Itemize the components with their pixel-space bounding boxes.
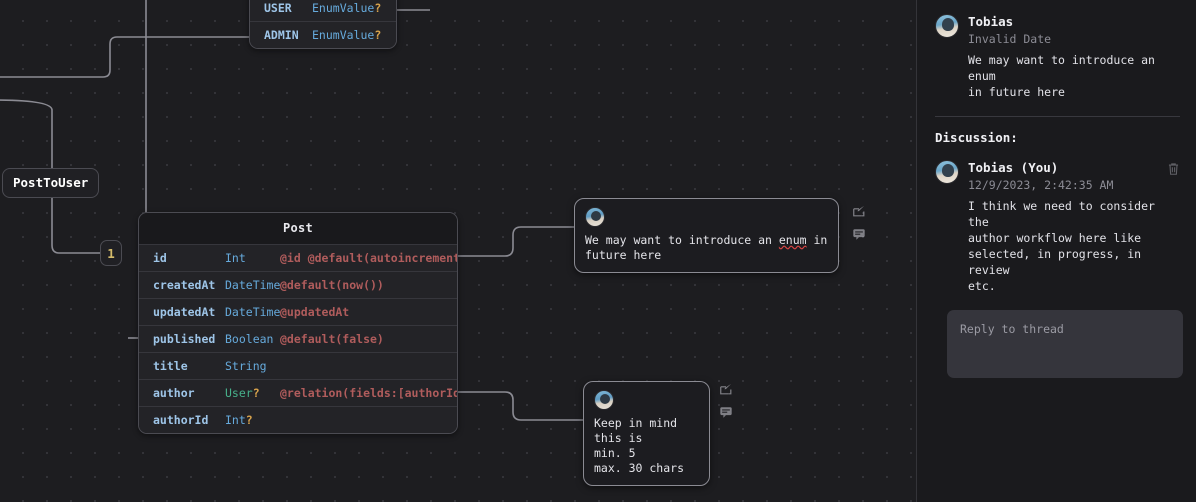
- table-row[interactable]: published Boolean @default(false): [139, 325, 457, 352]
- field-name: updatedAt: [153, 305, 216, 319]
- avatar: [585, 207, 605, 227]
- field-type: Boolean: [225, 332, 274, 346]
- table-node-role[interactable]: Role USER EnumValue? ADMIN EnumValue?: [249, 0, 397, 49]
- comment-meta: Tobias (You) 12/9/2023, 2:42:35 AM: [968, 160, 1113, 192]
- field-attributes: @relation(fields:[authorId]): [280, 386, 458, 400]
- table-row[interactable]: authorId Int?: [139, 406, 457, 433]
- comment-author: Tobias: [968, 14, 1014, 29]
- relation-label[interactable]: PostToUser: [2, 168, 100, 198]
- canvas-comment-bubble[interactable]: Keep in mind this is min. 5 max. 30 char…: [583, 381, 710, 486]
- optional-marker: ?: [374, 1, 382, 15]
- comment-icon[interactable]: [719, 405, 733, 419]
- field-name: title: [153, 359, 188, 373]
- field-type: EnumValue?: [312, 1, 382, 15]
- field-type: String: [225, 359, 267, 373]
- comment-text-before: We may want to introduce an: [585, 233, 779, 247]
- field-type: User?: [225, 386, 260, 400]
- comment-body: We may want to introduce an enum in futu…: [968, 53, 1155, 99]
- table-row[interactable]: author User? @relation(fields:[authorId]…: [139, 379, 457, 406]
- table-row[interactable]: id Int @id @default(autoincrement()): [139, 244, 457, 271]
- discussion-heading: Discussion:: [935, 130, 1018, 145]
- comment-text: We may want to introduce an enum in futu…: [585, 233, 828, 263]
- table-row[interactable]: updatedAt DateTime @updatedAt: [139, 298, 457, 325]
- edit-icon[interactable]: [719, 382, 733, 396]
- erd-editor-app: Role USER EnumValue? ADMIN EnumValue? Po…: [0, 0, 1196, 502]
- field-name: createdAt: [153, 278, 216, 292]
- section-divider: [935, 116, 1180, 117]
- field-name: author: [153, 386, 195, 400]
- field-name: USER: [264, 1, 292, 15]
- field-attributes: @default(now()): [280, 278, 384, 292]
- thread-comment-header: Tobias (You) 12/9/2023, 2:42:35 AM: [935, 160, 1180, 192]
- comment-text: Keep in mind this is min. 5 max. 30 char…: [594, 416, 685, 475]
- comment-meta: Tobias Invalid Date: [968, 14, 1051, 46]
- optional-marker: ?: [245, 413, 253, 427]
- field-type: Int: [225, 251, 246, 265]
- optional-marker: ?: [252, 386, 260, 400]
- field-attributes: @updatedAt: [280, 305, 350, 319]
- table-row[interactable]: createdAt DateTime @default(now()): [139, 271, 457, 298]
- comment-side-panel: Tobias Invalid Date We may want to intro…: [916, 0, 1196, 502]
- field-type: Int?: [225, 413, 253, 427]
- edit-icon[interactable]: [852, 204, 866, 218]
- avatar: [594, 390, 614, 410]
- cardinality-badge[interactable]: 1: [100, 240, 122, 266]
- trash-icon[interactable]: [1167, 162, 1180, 176]
- field-name: id: [153, 251, 167, 265]
- bubble-tools: [719, 382, 733, 419]
- avatar: [935, 14, 959, 38]
- field-type: DateTime: [225, 305, 281, 319]
- reply-input[interactable]: [947, 310, 1183, 378]
- field-type: EnumValue?: [312, 28, 382, 42]
- field-name: published: [153, 332, 216, 346]
- comment-date: 12/9/2023, 2:42:35 AM: [968, 177, 1114, 192]
- discussion-thread: Tobias (You) 12/9/2023, 2:42:35 AM I thi…: [935, 160, 1180, 294]
- diagram-canvas[interactable]: Role USER EnumValue? ADMIN EnumValue? Po…: [0, 0, 916, 502]
- misspelled-word: enum: [778, 233, 807, 247]
- top-comment-header: Tobias Invalid Date: [935, 14, 1180, 46]
- field-name: ADMIN: [264, 28, 299, 42]
- field-name: authorId: [153, 413, 209, 427]
- comment-date: Invalid Date: [968, 31, 1052, 46]
- canvas-comment-bubble[interactable]: We may want to introduce an enum in futu…: [574, 198, 839, 273]
- bubble-tools: [852, 204, 866, 241]
- field-type: DateTime: [225, 278, 281, 292]
- field-attributes: @default(false): [280, 332, 384, 346]
- table-title: Post: [139, 213, 457, 244]
- table-row[interactable]: title String: [139, 352, 457, 379]
- table-row[interactable]: USER EnumValue?: [250, 0, 396, 21]
- field-attributes: @id @default(autoincrement()): [280, 251, 457, 265]
- avatar: [935, 160, 959, 184]
- table-row[interactable]: ADMIN EnumValue?: [250, 21, 396, 48]
- comment-icon[interactable]: [852, 227, 866, 241]
- table-node-post[interactable]: Post id Int @id @default(autoincrement()…: [138, 212, 458, 434]
- comment-author: Tobias (You): [968, 160, 1059, 175]
- comment-body: I think we need to consider the author w…: [968, 199, 1155, 293]
- optional-marker: ?: [374, 28, 382, 42]
